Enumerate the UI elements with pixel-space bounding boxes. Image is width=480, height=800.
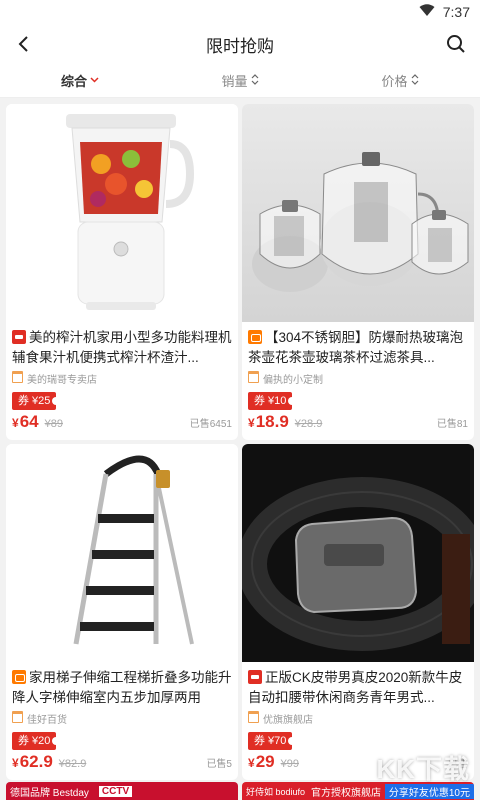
product-title: 【304不锈钢胆】防爆耐热玻璃泡茶壶花茶壶玻璃茶杯过滤茶具... [248,328,468,368]
product-image [242,444,474,662]
product-card[interactable]: 美的榨汁机家用小型多功能料理机辅食果汁机便携式榨汁杯渣汁... 美的瑞哥专卖店 … [6,104,238,440]
price-original: ¥89 [44,418,63,430]
price-current: 64 [19,412,39,431]
price-current: 29 [255,752,275,771]
product-image [242,104,474,322]
wifi-icon [419,4,435,20]
shop-icon [248,711,259,723]
peek-brand: 好侍如 bodiufo [246,786,306,797]
watermark: KK下载 [376,754,470,784]
shop-name: 佳好百货 [27,714,67,726]
sort-updown-icon [411,74,419,87]
search-icon [447,35,465,53]
sort-tab-sales[interactable]: 销量 [160,71,320,90]
search-button[interactable] [442,30,470,58]
sort-tab-label: 价格 [381,74,408,89]
sort-bar: 综合 销量 价格 [0,64,480,98]
peek-text-cctv: CCTV [98,785,133,797]
price-current: 18.9 [255,412,289,431]
chevron-down-icon [90,75,99,86]
coupon-badge: 券 ¥20 [12,732,61,750]
peek-text-right: 官方授权旗舰店 [311,787,382,799]
shop-icon [248,371,259,383]
tmall-icon [248,670,262,684]
price-symbol: ¥ [12,416,19,430]
price-symbol: ¥ [248,756,255,770]
sort-tab-price[interactable]: 价格 [320,71,480,90]
product-grid: 美的榨汁机家用小型多功能料理机辅食果汁机便携式榨汁杯渣汁... 美的瑞哥专卖店 … [0,98,480,800]
back-button[interactable] [10,30,38,58]
page-title: 限时抢购 [206,36,274,56]
product-title: 正版CK皮带男真皮2020新款牛皮自动扣腰带休闲商务青年男式... [248,668,468,708]
product-title-text: 家用梯子伸缩工程梯折叠多功能升降人字梯伸缩室内五步加厚两用 [12,670,232,705]
product-card-next[interactable]: 德国品牌 Bestday CCTV [6,782,238,800]
product-title: 家用梯子伸缩工程梯折叠多功能升降人字梯伸缩室内五步加厚两用 [12,668,232,708]
shop-name: 美的瑞哥专卖店 [27,374,97,386]
price-original: ¥82.9 [58,758,87,770]
shop-name: 偏执的小定制 [263,374,323,386]
price-row: ¥ 62.9 ¥82.9 已售5 [12,752,232,776]
product-card[interactable]: 【304不锈钢胆】防爆耐热玻璃泡茶壶花茶壶玻璃茶杯过滤茶具... 偏执的小定制 … [242,104,474,440]
shop-icon [12,711,23,723]
product-image [6,444,238,662]
price-row: ¥ 64 ¥89 已售6451 [12,412,232,436]
tmall-icon [12,330,26,344]
price-current: 62.9 [19,752,53,771]
sold-count: 已售6451 [189,419,232,430]
coupon-badge: 券 ¥10 [248,392,297,410]
sort-tab-label: 综合 [60,74,87,89]
product-card[interactable]: 家用梯子伸缩工程梯折叠多功能升降人字梯伸缩室内五步加厚两用 佳好百货 券 ¥20… [6,444,238,780]
price-original: ¥28.9 [294,418,323,430]
product-title-text: 美的榨汁机家用小型多功能料理机辅食果汁机便携式榨汁杯渣汁... [12,330,232,365]
sort-updown-icon [251,74,259,87]
coupon-badge: 券 ¥25 [12,392,61,410]
shop-row: 佳好百货 [12,710,232,726]
coupon-badge: 券 ¥70 [248,732,297,750]
status-time: 7:37 [442,4,470,20]
shop-name: 优旗旗舰店 [263,714,313,726]
shop-row: 美的瑞哥专卖店 [12,370,232,386]
sold-count: 已售5 [206,759,232,770]
taobao-icon [12,670,26,684]
status-bar: 7:37 [0,0,480,24]
sort-tab-label: 销量 [221,74,248,89]
shop-icon [12,371,23,383]
shop-row: 偏执的小定制 [248,370,468,386]
price-original: ¥99 [280,758,299,770]
taobao-icon [248,330,262,344]
nav-bar: 限时抢购 [0,24,480,64]
sort-tab-comprehensive[interactable]: 综合 [0,71,160,90]
chevron-left-icon [18,36,28,52]
price-symbol: ¥ [12,756,19,770]
price-row: ¥ 18.9 ¥28.9 已售81 [248,412,468,436]
sold-count: 已售81 [436,419,468,430]
product-title-text: 正版CK皮带男真皮2020新款牛皮自动扣腰带休闲商务青年男式... [248,670,463,705]
peek-text-left: 德国品牌 Bestday [10,787,89,799]
product-title: 美的榨汁机家用小型多功能料理机辅食果汁机便携式榨汁杯渣汁... [12,328,232,368]
price-symbol: ¥ [248,416,255,430]
product-image [6,104,238,322]
product-title-text: 【304不锈钢胆】防爆耐热玻璃泡茶壶花茶壶玻璃茶杯过滤茶具... [248,330,464,365]
product-card[interactable]: 正版CK皮带男真皮2020新款牛皮自动扣腰带休闲商务青年男式... 优旗旗舰店 … [242,444,474,780]
shop-row: 优旗旗舰店 [248,710,468,726]
